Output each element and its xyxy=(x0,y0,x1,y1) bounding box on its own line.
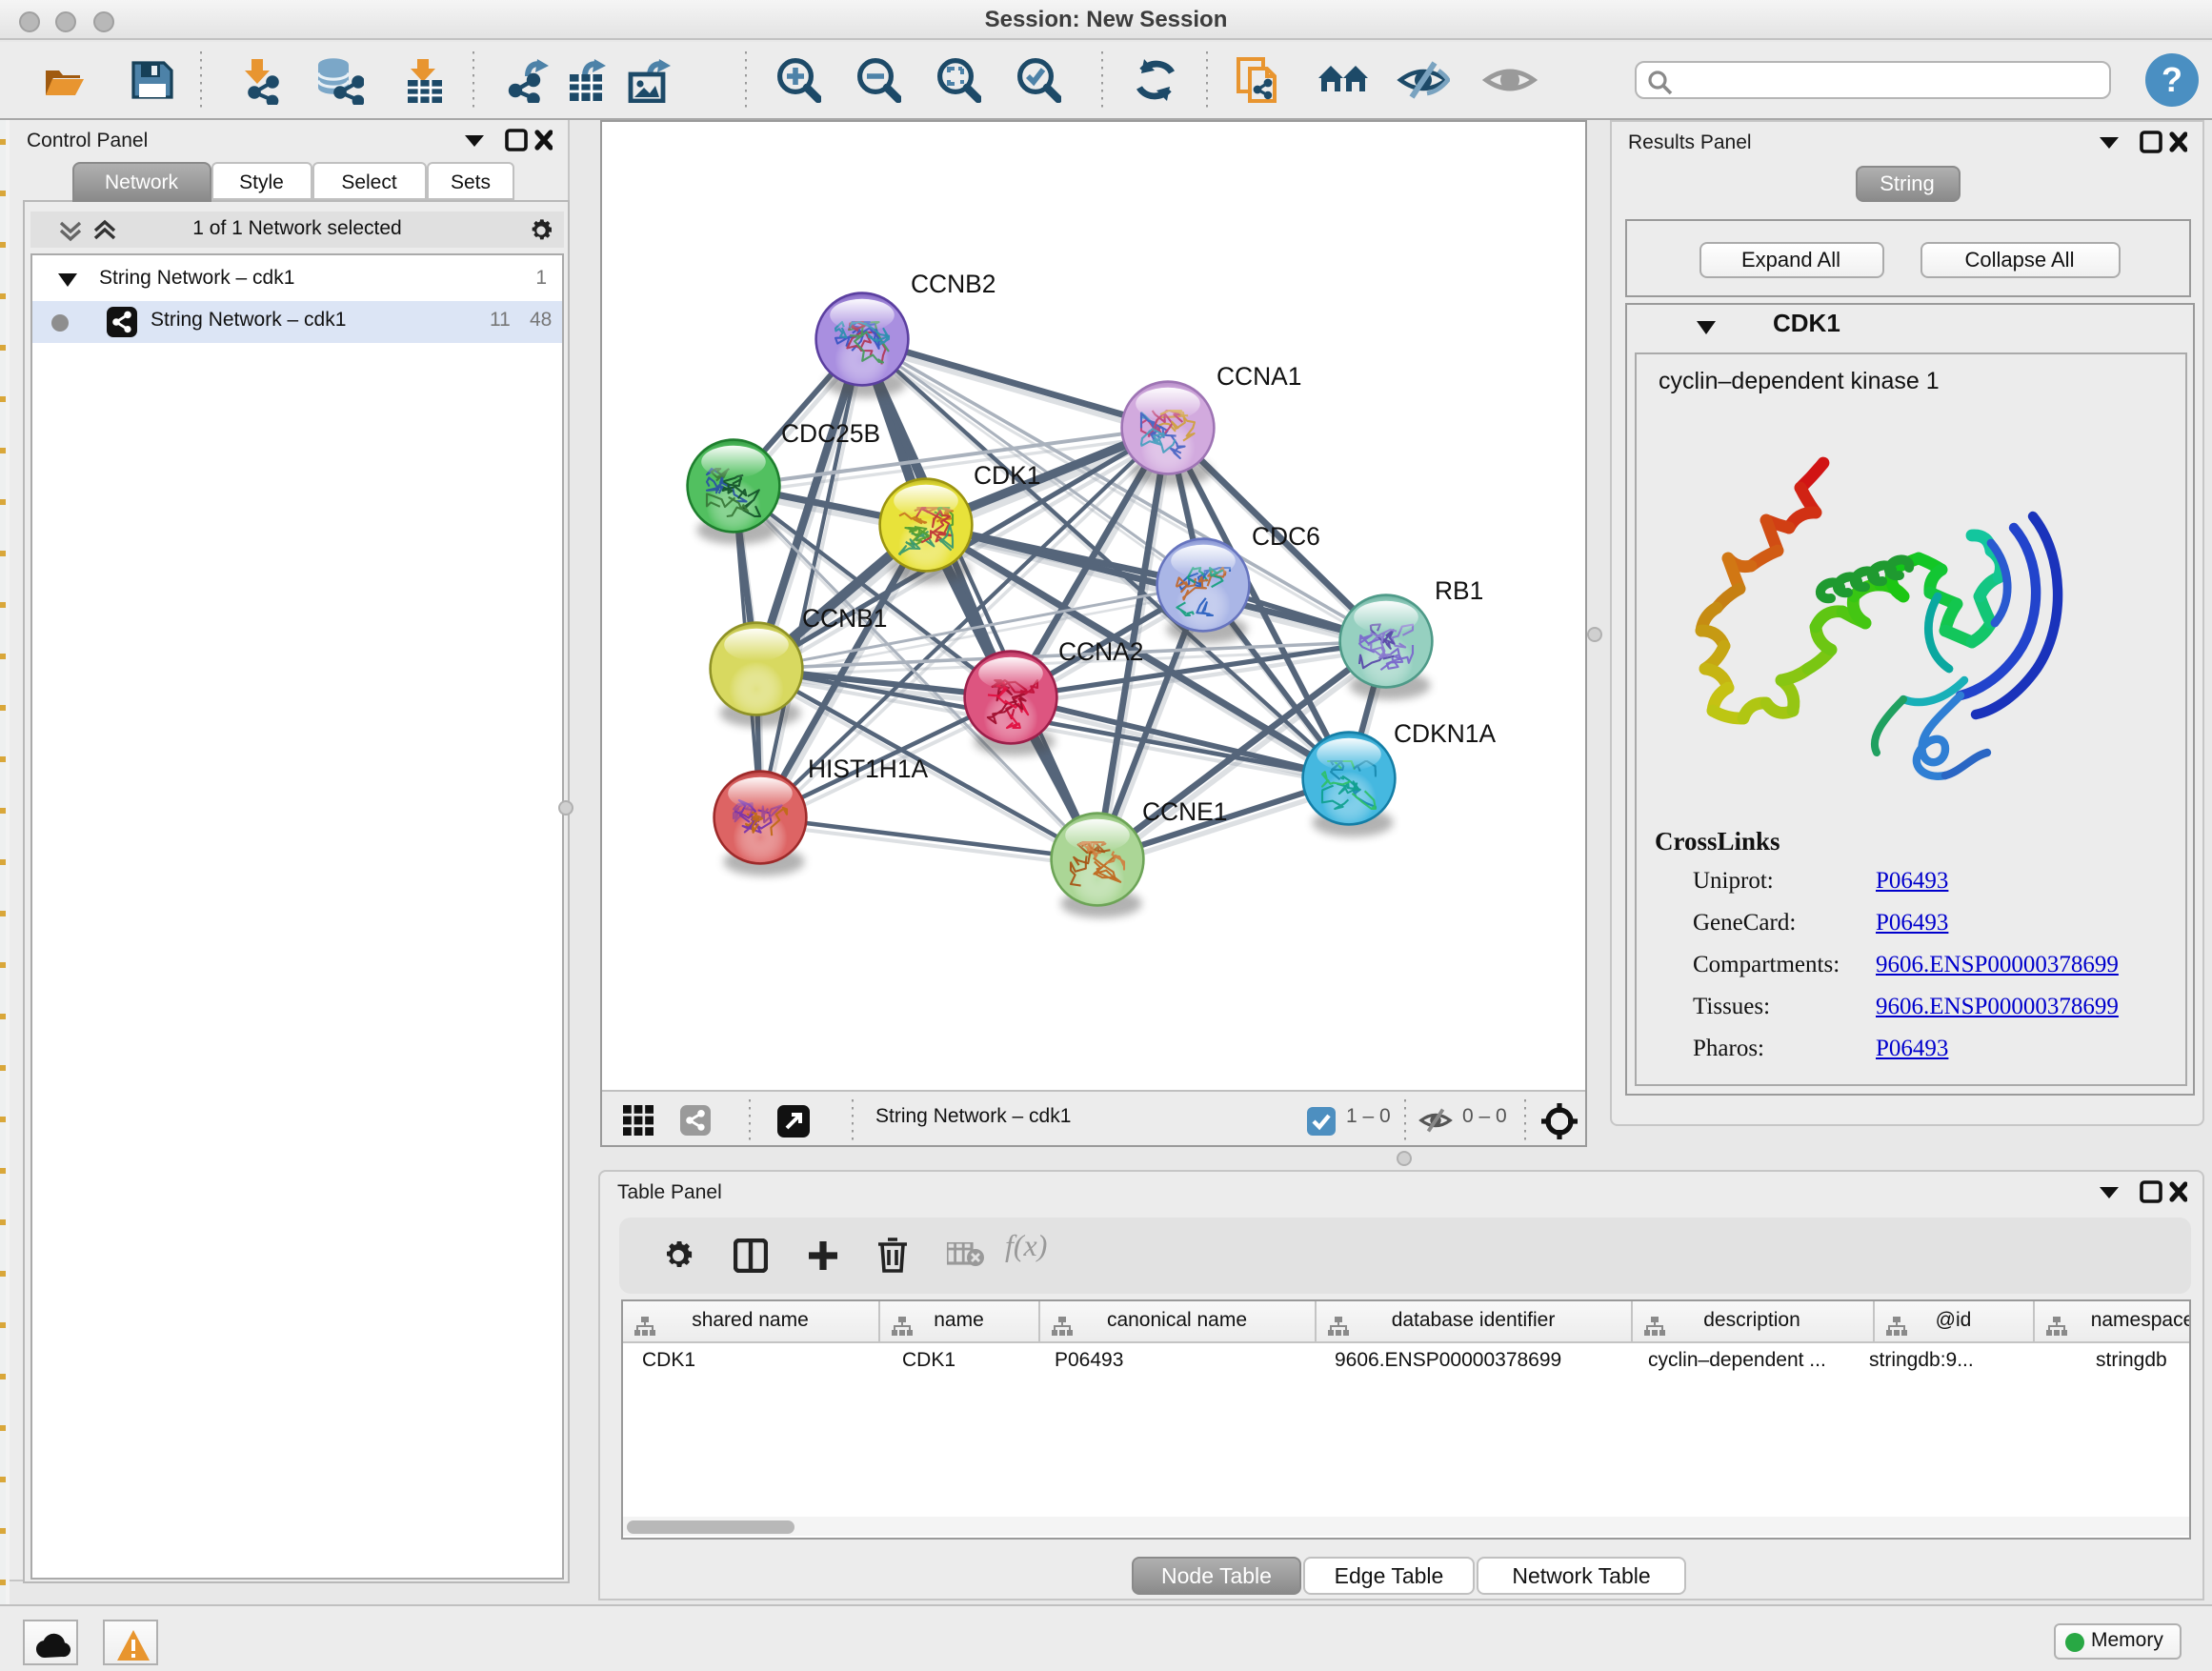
svg-text:CCNA1: CCNA1 xyxy=(1216,362,1300,391)
svg-text:CCNE1: CCNE1 xyxy=(1141,797,1226,826)
svg-text:CCNB2: CCNB2 xyxy=(910,270,995,298)
svg-text:CCNA2: CCNA2 xyxy=(1057,637,1142,666)
svg-text:CCNB1: CCNB1 xyxy=(801,604,886,633)
svg-text:HIST1H1A: HIST1H1A xyxy=(807,755,928,783)
svg-text:CDK1: CDK1 xyxy=(973,461,1039,490)
svg-text:RB1: RB1 xyxy=(1434,576,1482,605)
svg-text:CDC6: CDC6 xyxy=(1251,522,1319,551)
svg-text:CDKN1A: CDKN1A xyxy=(1393,719,1495,748)
svg-text:CDC25B: CDC25B xyxy=(780,419,879,448)
